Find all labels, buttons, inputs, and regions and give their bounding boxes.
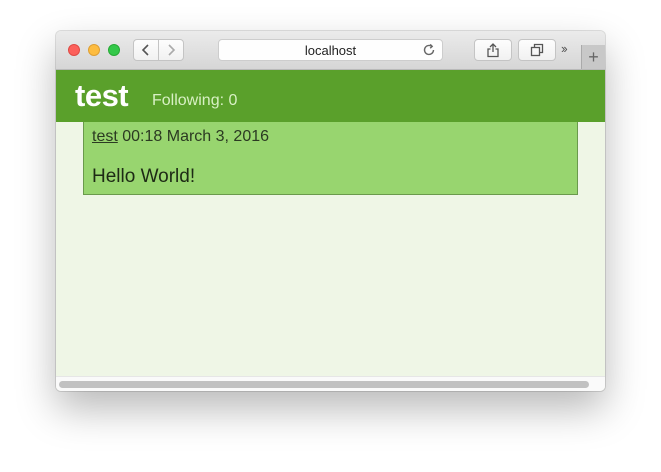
- new-tab-button[interactable]: +: [581, 45, 605, 69]
- post-author-link[interactable]: test: [92, 128, 118, 145]
- post-body: Hello World!: [92, 166, 196, 187]
- scrollbar-thumb[interactable]: [59, 381, 589, 388]
- reload-icon[interactable]: [422, 43, 436, 57]
- back-button[interactable]: [133, 39, 159, 61]
- url-text: localhost: [304, 42, 357, 58]
- tabs-overview-icon: [530, 43, 544, 57]
- share-icon: [487, 43, 499, 58]
- post-meta: test 00:18 March 3, 2016: [92, 128, 269, 146]
- page-content: test Following: 0 test 00:18 March 3, 20…: [56, 70, 605, 391]
- chevron-right-icon: [168, 44, 176, 56]
- horizontal-scrollbar[interactable]: [56, 376, 605, 391]
- app-header: test Following: 0: [56, 70, 605, 122]
- double-chevron-icon[interactable]: ››: [561, 41, 568, 56]
- post-timestamp: 00:18 March 3, 2016: [122, 128, 270, 145]
- close-window-button[interactable]: [68, 44, 80, 56]
- browser-toolbar: localhost ›› +: [56, 31, 605, 70]
- site-title: test: [75, 78, 129, 113]
- maximize-window-button[interactable]: [108, 44, 120, 56]
- following-count[interactable]: Following: 0: [152, 92, 237, 110]
- plus-icon: +: [588, 46, 599, 67]
- address-bar[interactable]: localhost: [218, 39, 443, 61]
- share-button[interactable]: [474, 39, 512, 61]
- show-tabs-button[interactable]: [518, 39, 556, 61]
- chevron-left-icon: [141, 44, 149, 56]
- minimize-window-button[interactable]: [88, 44, 100, 56]
- post-card: test 00:18 March 3, 2016 Hello World!: [83, 122, 578, 195]
- forward-button[interactable]: [158, 39, 184, 61]
- browser-window: localhost ›› + test Following: 0 test 00…: [56, 31, 605, 391]
